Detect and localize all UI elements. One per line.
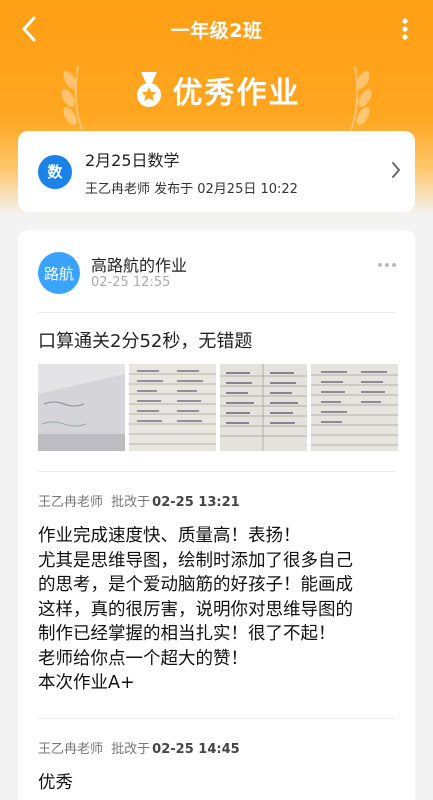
comment-line: 老师给你点一个超大的赞！ <box>38 648 248 669</box>
back-arrow-icon <box>22 16 36 42</box>
homework-photo[interactable] <box>220 364 307 451</box>
comment-line: 尤其是思维导图，绘制时添加了很多自己 <box>38 550 353 571</box>
more-menu-button[interactable] <box>397 14 413 44</box>
comment-line: 优秀 <box>38 773 73 793</box>
comment-line: 本次作业A+ <box>38 673 135 693</box>
photo-grid <box>38 364 398 451</box>
comment-line: 制作已经掌握的相当扎实！很了不起！ <box>38 624 336 644</box>
comment-action: 批改于 <box>111 495 151 510</box>
divider <box>38 471 395 472</box>
banner-title: 优秀作业 <box>172 76 301 111</box>
medal-icon <box>136 72 161 107</box>
homework-photo[interactable] <box>311 364 398 451</box>
avatar[interactable]: 路航 <box>38 252 80 294</box>
comment-line: 作业完成速度快、质量高！表扬！ <box>38 526 301 546</box>
homework-photo[interactable] <box>38 364 125 451</box>
comment-line: 的思考，是个爱动脑筋的好孩子！能画成 <box>38 575 353 595</box>
divider <box>38 718 395 719</box>
comment-line: 这样，真的很厉害，说明你对思维导图的 <box>38 599 353 620</box>
comment-teacher: 王乙冉老师 <box>38 495 104 510</box>
comment-teacher: 王乙冉老师 <box>38 742 104 757</box>
page-title: 一年级2班 <box>170 19 263 42</box>
banner: 优秀作业 <box>0 68 433 112</box>
assignment-meta: 王乙冉老师 发布于 02月25日 10:22 <box>85 181 298 197</box>
assignment-card[interactable]: 数 2月25日数学 王乙冉老师 发布于 02月25日 10:22 <box>18 131 415 212</box>
chevron-right-icon <box>392 162 400 178</box>
top-bar: 一年级2班 <box>0 0 433 58</box>
photo-image <box>311 364 398 451</box>
photo-image <box>38 364 125 451</box>
more-vertical-icon <box>402 18 408 40</box>
submission-text: 口算通关2分52秒，无错题 <box>38 331 253 352</box>
comment-time: 02-25 13:21 <box>152 495 240 510</box>
back-button[interactable] <box>14 14 44 44</box>
submission-card: 路航 高路航的作业 02-25 12:55 口算通关2分52秒，无错题 王乙冉老… <box>18 230 415 800</box>
comment-header: 王乙冉老师 批改于 02-25 13:21 <box>38 491 240 510</box>
comment-time: 02-25 14:45 <box>152 742 240 757</box>
comment-action: 批改于 <box>111 742 151 757</box>
more-horizontal-icon[interactable] <box>377 262 397 268</box>
divider <box>38 312 395 313</box>
photo-image <box>129 364 216 451</box>
homework-photo[interactable] <box>129 364 216 451</box>
submission-time: 02-25 12:55 <box>91 275 171 290</box>
comment-body: 作业完成速度快、质量高！表扬！ 尤其是思维导图，绘制时添加了很多自己 的思考，是… <box>38 524 408 696</box>
photo-image <box>220 364 307 451</box>
assignment-title: 2月25日数学 <box>85 150 180 170</box>
student-homework-title: 高路航的作业 <box>91 256 188 275</box>
comment-body: 优秀 <box>38 771 408 796</box>
comment-header: 王乙冉老师 批改于 02-25 14:45 <box>38 738 240 757</box>
subject-badge: 数 <box>38 154 72 189</box>
